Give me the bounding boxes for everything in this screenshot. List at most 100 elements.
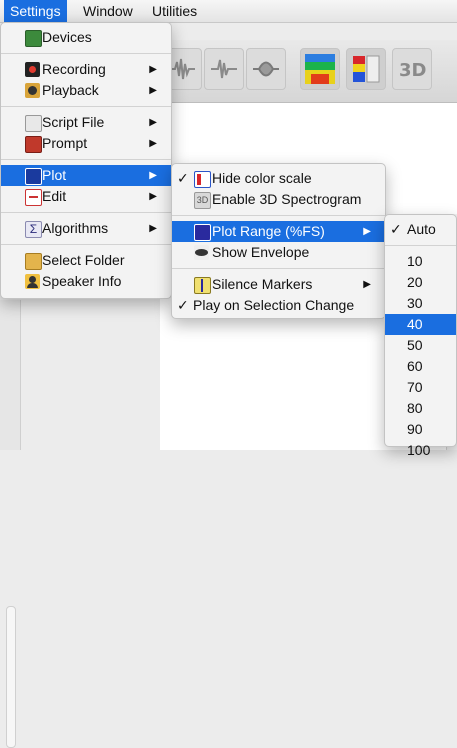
menu-item-recording[interactable]: Recording ▶ — [1, 59, 171, 80]
menu-item-enable-3d-spectrogram[interactable]: 3D Enable 3D Spectrogram — [172, 189, 385, 210]
spectrogram-button[interactable] — [300, 48, 340, 90]
separator — [1, 53, 171, 54]
vertical-scrollbar[interactable] — [6, 606, 16, 748]
range-option-90[interactable]: 90 — [385, 419, 456, 440]
menu-utilities[interactable]: Utilities — [146, 0, 203, 22]
menu-item-label: 10 — [407, 253, 423, 269]
playback-icon — [25, 83, 40, 98]
menu-item-label: Play on Selection Change — [193, 297, 355, 313]
menu-item-plot[interactable]: Plot ▶ — [1, 165, 171, 186]
menu-item-label: 100 — [407, 442, 431, 458]
plot-range-submenu: ✓ Auto 10 20 30 40 50 60 70 80 90 100 — [384, 214, 457, 458]
menu-item-devices[interactable]: Devices — [1, 27, 171, 48]
folder-search-icon — [25, 253, 42, 270]
envelope-button[interactable] — [246, 48, 286, 90]
menu-item-label: Speaker Info — [42, 273, 122, 289]
checkmark-icon: ✓ — [177, 297, 189, 313]
3d-icon: 3D — [399, 60, 426, 81]
devices-icon — [25, 30, 42, 47]
menu-item-prompt[interactable]: Prompt ▶ — [1, 133, 171, 154]
speaker-person-icon — [25, 274, 40, 289]
menu-item-label: 80 — [407, 400, 423, 416]
color-scale-icon — [194, 171, 211, 188]
menu-item-label: Enable 3D Spectrogram — [212, 191, 362, 207]
menu-item-label: Show Envelope — [212, 244, 310, 260]
range-option-20[interactable]: 20 — [385, 272, 456, 293]
menu-item-label: 30 — [407, 295, 423, 311]
range-option-70[interactable]: 70 — [385, 377, 456, 398]
menu-item-label: 70 — [407, 379, 423, 395]
chevron-right-icon: ▶ — [363, 226, 371, 237]
range-option-40[interactable]: 40 — [385, 314, 456, 335]
menu-item-label: Recording — [42, 61, 106, 77]
range-option-30[interactable]: 30 — [385, 293, 456, 314]
chevron-right-icon: ▶ — [149, 85, 157, 96]
3d-button[interactable]: 3D — [392, 48, 432, 90]
app-toolbar: 3D — [160, 40, 457, 103]
range-option-auto[interactable]: ✓ Auto — [385, 219, 456, 240]
menu-item-label: 90 — [407, 421, 423, 437]
envelope-icon — [194, 245, 209, 260]
menu-item-label: Edit — [42, 188, 67, 204]
menu-item-select-folder[interactable]: Select Folder — [1, 250, 171, 271]
chevron-right-icon: ▶ — [149, 223, 157, 234]
menu-item-edit[interactable]: Edit ▶ — [1, 186, 171, 207]
checkmark-icon: ✓ — [390, 221, 402, 237]
waveform-button-2[interactable] — [204, 48, 244, 90]
menu-item-script-file[interactable]: Script File ▶ — [1, 112, 171, 133]
menu-item-label: 50 — [407, 337, 423, 353]
separator — [1, 106, 171, 107]
chevron-right-icon: ▶ — [149, 117, 157, 128]
menu-item-label: Auto — [407, 221, 436, 237]
color-scale-button[interactable] — [346, 48, 386, 90]
menu-item-playback[interactable]: Playback ▶ — [1, 80, 171, 101]
range-option-50[interactable]: 50 — [385, 335, 456, 356]
menu-item-label: Devices — [42, 29, 92, 45]
menu-item-label: Plot Range (%FS) — [212, 223, 325, 239]
range-option-60[interactable]: 60 — [385, 356, 456, 377]
menu-item-speaker-info[interactable]: Speaker Info — [1, 271, 171, 292]
silence-markers-icon — [194, 277, 211, 294]
checkmark-icon: ✓ — [177, 170, 189, 186]
menu-window[interactable]: Window — [77, 0, 139, 22]
plot-icon — [25, 168, 42, 185]
waveform-icon — [211, 59, 237, 79]
chevron-right-icon: ▶ — [149, 64, 157, 75]
separator — [385, 245, 456, 246]
plot-range-icon — [194, 224, 211, 241]
separator — [1, 212, 171, 213]
side-panel — [0, 300, 21, 748]
menu-item-label: 40 — [407, 316, 423, 332]
menu-item-label: Select Folder — [42, 252, 125, 268]
separator — [172, 215, 385, 216]
spectrogram-icon — [305, 54, 335, 84]
menu-item-algorithms[interactable]: Σ Algorithms ▶ — [1, 218, 171, 239]
menu-bar: Settings Window Utilities — [0, 0, 457, 23]
settings-menu: Devices Recording ▶ Playback ▶ Script Fi… — [0, 22, 172, 299]
separator — [172, 268, 385, 269]
range-option-100[interactable]: 100 — [385, 440, 456, 461]
menu-item-plot-range[interactable]: Plot Range (%FS) ▶ — [172, 221, 385, 242]
menu-item-play-on-selection-change[interactable]: ✓ Play on Selection Change — [172, 295, 385, 316]
menu-item-label: Algorithms — [42, 220, 109, 236]
menu-item-label: 60 — [407, 358, 423, 374]
chevron-right-icon: ▶ — [363, 279, 371, 290]
chevron-right-icon: ▶ — [149, 138, 157, 149]
range-option-10[interactable]: 10 — [385, 251, 456, 272]
plot-submenu: ✓ Hide color scale 3D Enable 3D Spectrog… — [171, 163, 386, 319]
menu-item-label: Prompt — [42, 135, 88, 151]
3d-spectrogram-icon: 3D — [194, 192, 211, 209]
menu-item-label: Silence Markers — [212, 276, 313, 292]
menu-settings[interactable]: Settings — [4, 0, 67, 22]
script-file-icon — [25, 115, 42, 132]
menu-item-show-envelope[interactable]: Show Envelope — [172, 242, 385, 263]
menu-item-label: 20 — [407, 274, 423, 290]
menu-item-hide-color-scale[interactable]: ✓ Hide color scale — [172, 168, 385, 189]
sigma-icon: Σ — [25, 221, 42, 238]
separator — [1, 244, 171, 245]
envelope-shape-icon — [253, 61, 279, 77]
menu-item-silence-markers[interactable]: Silence Markers ▶ — [172, 274, 385, 295]
separator — [1, 159, 171, 160]
prompt-icon — [25, 136, 42, 153]
range-option-80[interactable]: 80 — [385, 398, 456, 419]
